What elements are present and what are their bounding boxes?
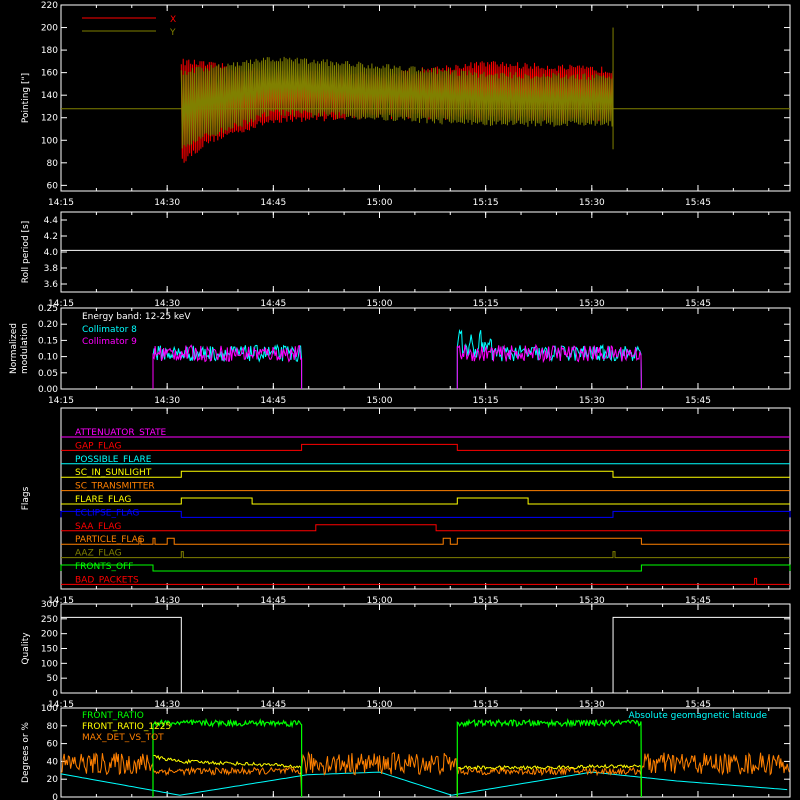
y-tick-label: 250 bbox=[41, 615, 58, 625]
y-tick-label: 150 bbox=[41, 645, 58, 655]
x-tick-label: 14:15 bbox=[48, 198, 74, 208]
y-tick-label: 4.2 bbox=[44, 232, 58, 242]
flag-label: ECLIPSE_FLAG bbox=[75, 508, 139, 518]
y-tick-label: 100 bbox=[41, 136, 58, 146]
latitude-line bbox=[60, 771, 788, 796]
y-tick-label: 4.4 bbox=[44, 216, 59, 226]
flag-label: FLARE_FLAG bbox=[75, 495, 131, 505]
x-tick-label: 15:15 bbox=[473, 198, 499, 208]
y-axis-label: Roll period [s] bbox=[21, 221, 31, 283]
flag-line-bad-packets bbox=[61, 577, 790, 585]
x-tick-label: 14:45 bbox=[260, 396, 286, 406]
flag-label: SAA_FLAG bbox=[75, 522, 121, 532]
y-tick-label: 40 bbox=[47, 757, 59, 767]
x-tick-label: 15:30 bbox=[579, 396, 605, 406]
y-tick-label: 0.20 bbox=[38, 320, 58, 330]
collimator-9-line bbox=[152, 343, 642, 390]
qlook-plot: 14:15 14:30 14:45 15:00 15:15 15:30 15:45 Point… bbox=[9, 1, 791, 800]
legend-label-front-ratio: FRONT_RATIO bbox=[82, 711, 144, 721]
y-axis-label: modulation bbox=[20, 323, 30, 374]
max-det-vs-tot-line bbox=[60, 751, 790, 777]
y-tick-label: 4.0 bbox=[44, 248, 59, 258]
series-y-line bbox=[180, 56, 614, 149]
x-tick-label: 15:15 bbox=[473, 396, 499, 406]
flag-line-aaz-flag bbox=[61, 551, 790, 559]
y-tick-label: 100 bbox=[41, 704, 58, 714]
legend-label-front-ratio-1225: FRONT_RATIO_1225 bbox=[82, 722, 171, 732]
y-tick-label: 100 bbox=[41, 659, 58, 669]
flag-label: PARTICLE_FLAG bbox=[75, 535, 145, 545]
y-tick-label: 0 bbox=[52, 793, 58, 800]
y-tick-label: 0.25 bbox=[38, 304, 58, 314]
panel-5: 14:1514:3014:4515:0015:1515:3015:45Degre… bbox=[21, 704, 791, 800]
y-axis-label: Quality bbox=[21, 632, 31, 665]
y-axis-label: Pointing ["] bbox=[21, 73, 31, 123]
y-tick-label: 0 bbox=[52, 689, 58, 699]
y-tick-label: 0.05 bbox=[38, 369, 58, 379]
y-tick-label: 80 bbox=[47, 722, 59, 732]
x-tick-label: 14:45 bbox=[260, 198, 286, 208]
y-tick-label: 50 bbox=[47, 674, 59, 684]
y-tick-label: 60 bbox=[47, 181, 59, 191]
y-tick-label: 200 bbox=[41, 24, 58, 34]
y-tick-label: 80 bbox=[47, 159, 59, 169]
y-tick-label: 140 bbox=[41, 91, 58, 101]
flag-label: BAD_PACKETS bbox=[75, 575, 139, 585]
legend-label-y: Y bbox=[169, 28, 176, 38]
y-tick-label: 200 bbox=[41, 630, 58, 640]
x-tick-label: 14:30 bbox=[154, 198, 180, 208]
y-tick-label: 220 bbox=[41, 1, 58, 11]
legend-label-collimator-8: Collimator 8 bbox=[82, 325, 137, 335]
flag-label: ATTENUATOR_STATE bbox=[75, 428, 167, 438]
y-tick-label: 3.6 bbox=[44, 280, 59, 290]
panel-1: 14:15 14:30 14:45 15:00 15:15 15:30 15:45Roll … bbox=[21, 211, 791, 309]
panel-2: 14:15 14:30 14:45 15:00 15:15 15:30 15:45 Norma… bbox=[9, 304, 791, 406]
y-tick-label: 60 bbox=[47, 740, 59, 750]
y-tick-label: 0.00 bbox=[38, 385, 58, 395]
x-tick-label: 15:00 bbox=[367, 198, 393, 208]
y-tick-label: 0.15 bbox=[38, 336, 58, 346]
x-tick-label: 15:30 bbox=[579, 198, 605, 208]
panel-frame bbox=[60, 407, 791, 590]
y-axis-label: Degrees or % bbox=[21, 722, 31, 783]
flag-label: POSSIBLE_FLARE bbox=[75, 455, 152, 465]
x-tick-label: 15:00 bbox=[367, 396, 393, 406]
y-axis-label: Normalized bbox=[9, 323, 19, 374]
flag-line-flare-flag bbox=[61, 497, 790, 505]
flag-label: SC_IN_SUNLIGHT bbox=[75, 468, 152, 478]
legend-label-max-det-vs-tot: MAX_DET_VS_TOT bbox=[82, 733, 164, 743]
flag-line-sc-in-sunlight bbox=[61, 470, 790, 478]
panel-4: 14:15 14:30 14:45 15:00 15:15 15:30 15:45Quali… bbox=[21, 600, 791, 710]
y-tick-label: 160 bbox=[41, 69, 58, 79]
energy-band-label: Energy band: 12-25 keV bbox=[82, 312, 191, 322]
x-tick-label: 15:45 bbox=[685, 396, 711, 406]
flag-line-saa-flag bbox=[61, 524, 790, 532]
y-tick-label: 300 bbox=[41, 600, 58, 610]
y-tick-label: 3.8 bbox=[44, 264, 59, 274]
front-ratio-line bbox=[152, 717, 642, 798]
flag-line-particle-flag bbox=[61, 537, 790, 545]
legend-label-x: X bbox=[170, 15, 176, 25]
panel-0: 14:15 14:30 14:45 15:00 15:15 15:30 15:45 Point… bbox=[21, 1, 791, 208]
y-axis-label: Flags bbox=[21, 486, 31, 510]
legend-label-collimator-9: Collimator 9 bbox=[82, 337, 137, 347]
y-tick-label: 180 bbox=[41, 46, 58, 56]
legend-label-latitude: Absolute geomagnetic latitude bbox=[628, 711, 767, 721]
flag-label: SC_TRANSMITTER bbox=[75, 482, 155, 492]
panel-frame bbox=[60, 211, 791, 293]
x-tick-label: 14:15 bbox=[48, 396, 74, 406]
flag-label: AAZ_FLAG bbox=[75, 549, 122, 559]
quality-line bbox=[61, 616, 790, 694]
y-tick-label: 120 bbox=[41, 114, 58, 124]
y-tick-label: 20 bbox=[47, 775, 59, 785]
x-tick-label: 14:30 bbox=[154, 396, 180, 406]
flag-line-gap-flag bbox=[61, 443, 790, 451]
y-tick-label: 0.10 bbox=[38, 353, 58, 363]
flag-label: GAP_FLAG bbox=[75, 441, 121, 451]
flag-line-eclipse-flag bbox=[60, 510, 791, 518]
flag-label: FRONTS_OFF bbox=[75, 562, 133, 572]
panel-3: 14:15 14:30 14:45 15:00 15:15 15:30 15:45Flags… bbox=[21, 407, 791, 606]
flag-line-fronts-off bbox=[60, 564, 791, 572]
x-tick-label: 15:45 bbox=[685, 198, 711, 208]
